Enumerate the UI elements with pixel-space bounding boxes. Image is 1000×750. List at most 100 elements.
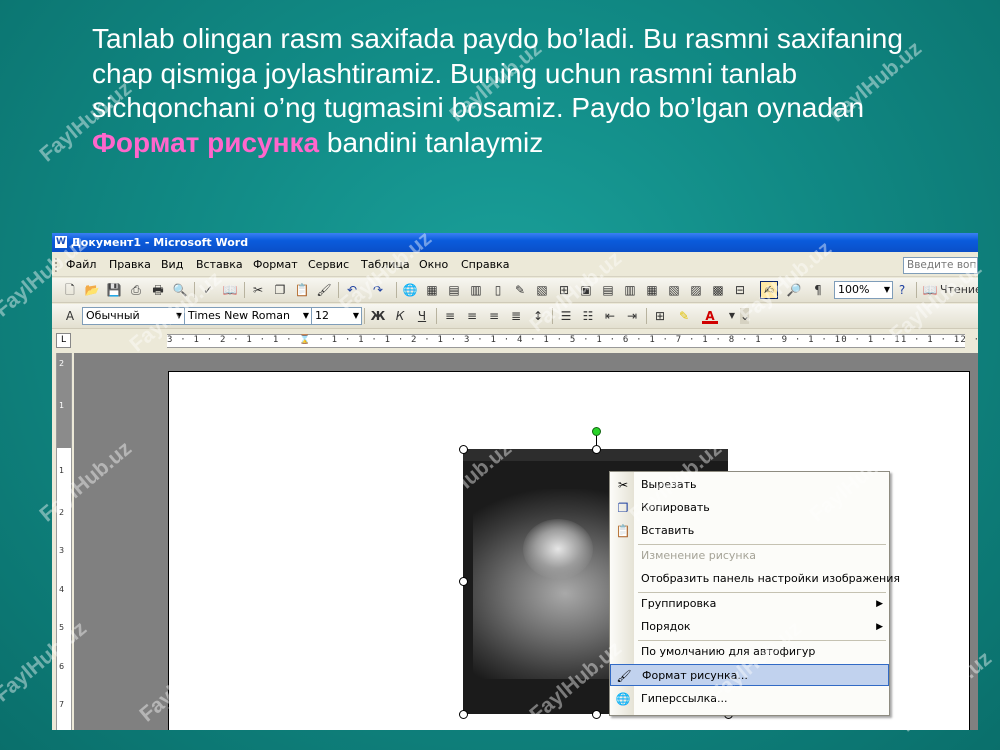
zoom-select[interactable]: 100% ▼ [834,281,893,299]
help-icon[interactable]: ? [894,282,910,298]
print-preview-icon[interactable]: 🔍 [172,282,188,298]
font-color-button[interactable]: A [702,308,718,324]
drawing-icon[interactable]: ✎ [512,282,528,298]
resize-handle-top-left[interactable] [459,445,468,454]
numbering-icon[interactable]: ☰ [558,308,574,324]
tab-selector[interactable]: L [56,333,71,348]
ctx-show-picture-toolbar[interactable]: Отобразить панель настройки изображения [610,568,900,590]
ctx-format-picture[interactable]: 🖌 Формат рисунка... [610,664,889,686]
menu-format[interactable]: Формат [253,258,298,272]
paste-icon[interactable]: 📋 [294,282,310,298]
bullets-icon[interactable]: ☷ [580,308,596,324]
resize-handle-top[interactable] [592,445,601,454]
resize-handle-bottom[interactable] [592,710,601,719]
menu-gripper[interactable] [55,258,60,272]
style-select[interactable]: Обычный ▼ [82,307,185,325]
permission-icon[interactable]: ⎙ [128,282,144,298]
context-menu: ✂ Вырезать ❐ Копировать 📋 Вставить Измен… [609,471,900,716]
toolbar-icon[interactable]: ▧ [666,282,682,298]
ask-question-input[interactable]: Введите вопрос [903,257,978,274]
font-select[interactable]: Times New Roman ▼ [184,307,312,325]
research-icon[interactable]: 📖 [222,282,238,298]
horizontal-ruler[interactable]: L 3 · 1 · 2 · 1 · 1 · ⌛ · 1 · 1 · 1 · 2 … [52,330,978,350]
menu-file[interactable]: Файл [66,258,96,272]
new-document-icon[interactable]: 🗋 [62,282,78,298]
show-hide-icon[interactable]: 🔎 [786,282,802,298]
tables-borders-icon[interactable]: ▦ [424,282,440,298]
bold-button[interactable]: Ж [370,308,386,324]
open-folder-icon[interactable]: 📂 [84,282,100,298]
styles-icon[interactable]: A [62,308,78,324]
ctx-autoshape-default[interactable]: По умолчанию для автофигур [610,641,889,663]
ruler-tick: 6 [59,662,65,671]
align-center-icon[interactable]: ≡ [464,308,480,324]
underline-button[interactable]: Ч [414,308,430,324]
rotation-handle[interactable] [592,427,601,436]
format-picture-icon: 🖌 [616,669,632,683]
highlight-icon[interactable]: ✎ [676,308,692,324]
menu-tools[interactable]: Сервис [308,258,349,272]
align-left-icon[interactable]: ≡ [442,308,458,324]
toolbar-icon[interactable]: ▦ [644,282,660,298]
increase-indent-icon[interactable]: ⇥ [624,308,640,324]
decrease-indent-icon[interactable]: ⇤ [602,308,618,324]
toolbar-icon[interactable]: ▣ [578,282,594,298]
pilcrow-icon[interactable]: ¶ [810,282,826,298]
insert-table-icon[interactable]: ▤ [446,282,462,298]
ctx-change-picture: Изменение рисунка [610,545,889,567]
ruler-tick: 1 [59,401,65,410]
ctx-paste[interactable]: 📋 Вставить [610,520,889,542]
toolbar-separator [338,282,339,298]
toolbar-separator [436,308,437,324]
toolbar-options-icon[interactable]: ⌄ [740,308,750,324]
italic-button[interactable]: К [392,308,408,324]
undo-icon[interactable]: ↶ [344,282,360,298]
print-icon[interactable]: 🖶 [150,282,166,298]
title-bar[interactable]: W Документ1 - Microsoft Word [52,233,978,252]
ctx-cut[interactable]: ✂ Вырезать [610,474,889,496]
ctx-order[interactable]: Порядок ▶ [610,616,889,638]
document-map-icon[interactable]: ▧ [534,282,550,298]
justify-icon[interactable]: ≣ [508,308,524,324]
toolbar-separator [396,282,397,298]
insert-excel-icon[interactable]: ▥ [468,282,484,298]
menu-table[interactable]: Таблица [361,258,410,272]
resize-handle-bottom-left[interactable] [459,710,468,719]
toolbar-icon[interactable]: ▥ [622,282,638,298]
format-painter-icon[interactable]: 🖌 [316,282,332,298]
ctx-copy[interactable]: ❐ Копировать [610,497,889,519]
vertical-ruler[interactable]: 2 1 1 2 3 4 5 6 7 [56,353,72,730]
line-spacing-icon[interactable]: ↕ [530,308,546,324]
toolbar-icon[interactable]: ⊞ [556,282,572,298]
cut-icon[interactable]: ✂ [250,282,266,298]
columns-icon[interactable]: ▯ [490,282,506,298]
menu-view[interactable]: Вид [161,258,183,272]
redo-icon[interactable]: ↷ [370,282,386,298]
ctx-grouping[interactable]: Группировка ▶ [610,593,889,615]
ctx-hyperlink[interactable]: 🌐 Гиперссылка... [610,688,889,710]
chevron-down-icon[interactable]: ▼ [724,308,740,324]
toolbar-icon[interactable]: ▤ [600,282,616,298]
drawing-toggle-icon[interactable]: ✍ [760,281,778,299]
menu-window[interactable]: Окно [419,258,448,272]
menu-insert[interactable]: Вставка [196,258,243,272]
save-icon[interactable]: 💾 [106,282,122,298]
menu-edit[interactable]: Правка [109,258,151,272]
spelling-icon[interactable]: ✓ [200,282,216,298]
toolbar-separator [194,282,195,298]
resize-handle-left[interactable] [459,577,468,586]
copy-icon[interactable]: ❐ [272,282,288,298]
hyperlink-icon[interactable]: 🌐 [402,282,418,298]
read-icon[interactable]: 📖 [922,282,938,298]
toolbar-icon[interactable]: ▨ [688,282,704,298]
ctx-cut-label: Вырезать [641,478,697,491]
toolbar-icon[interactable]: ▩ [710,282,726,298]
read-button[interactable]: Чтение [940,282,978,298]
menu-help[interactable]: Справка [461,258,509,272]
toolbar-icon[interactable]: ⊟ [732,282,748,298]
font-size-select[interactable]: 12 ▼ [311,307,362,325]
borders-icon[interactable]: ⊞ [652,308,668,324]
chevron-down-icon: ▼ [175,311,182,320]
ruler-tick: 3 [59,546,65,555]
align-right-icon[interactable]: ≡ [486,308,502,324]
